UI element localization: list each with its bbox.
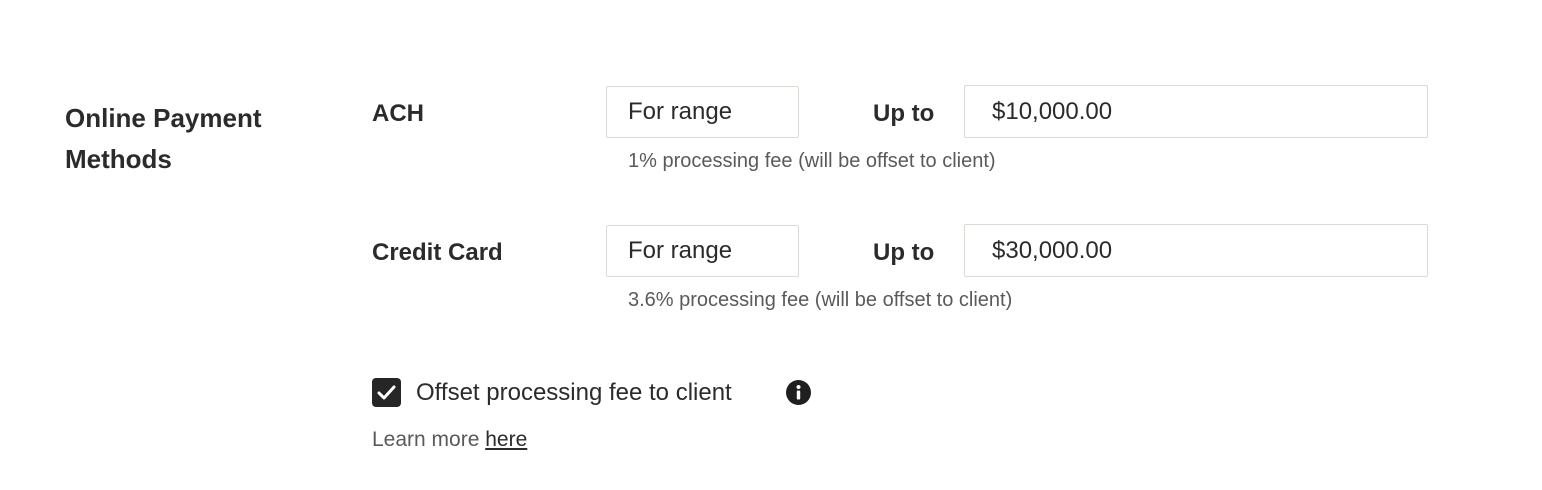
ach-label: ACH: [372, 100, 424, 127]
ach-range-select[interactable]: For range: [606, 86, 799, 138]
offset-fee-checkbox[interactable]: [372, 378, 401, 407]
info-icon[interactable]: [786, 380, 811, 405]
section-title-line1: Online Payment: [65, 103, 262, 133]
checkmark-icon: [377, 385, 396, 400]
credit-card-fee-note: 3.6% processing fee (will be offset to c…: [628, 289, 1013, 311]
section-title: Online Payment Methods: [65, 98, 325, 180]
credit-card-upto-label: Up to: [873, 239, 935, 266]
learn-more-prefix: Learn more: [372, 428, 486, 451]
ach-upto-label: Up to: [873, 100, 935, 127]
section-title-line2: Methods: [65, 144, 172, 174]
learn-more-text: Learn more here: [372, 428, 527, 452]
offset-fee-label[interactable]: Offset processing fee to client: [416, 378, 732, 408]
credit-card-range-select[interactable]: For range: [606, 225, 799, 277]
learn-more-link[interactable]: here: [485, 428, 527, 451]
ach-fee-note: 1% processing fee (will be offset to cli…: [628, 150, 996, 172]
online-payment-methods-section: Online Payment Methods ACH For range Up …: [0, 0, 1542, 490]
credit-card-label: Credit Card: [372, 239, 503, 266]
ach-amount-input[interactable]: [964, 85, 1428, 138]
credit-card-amount-input[interactable]: [964, 224, 1428, 277]
